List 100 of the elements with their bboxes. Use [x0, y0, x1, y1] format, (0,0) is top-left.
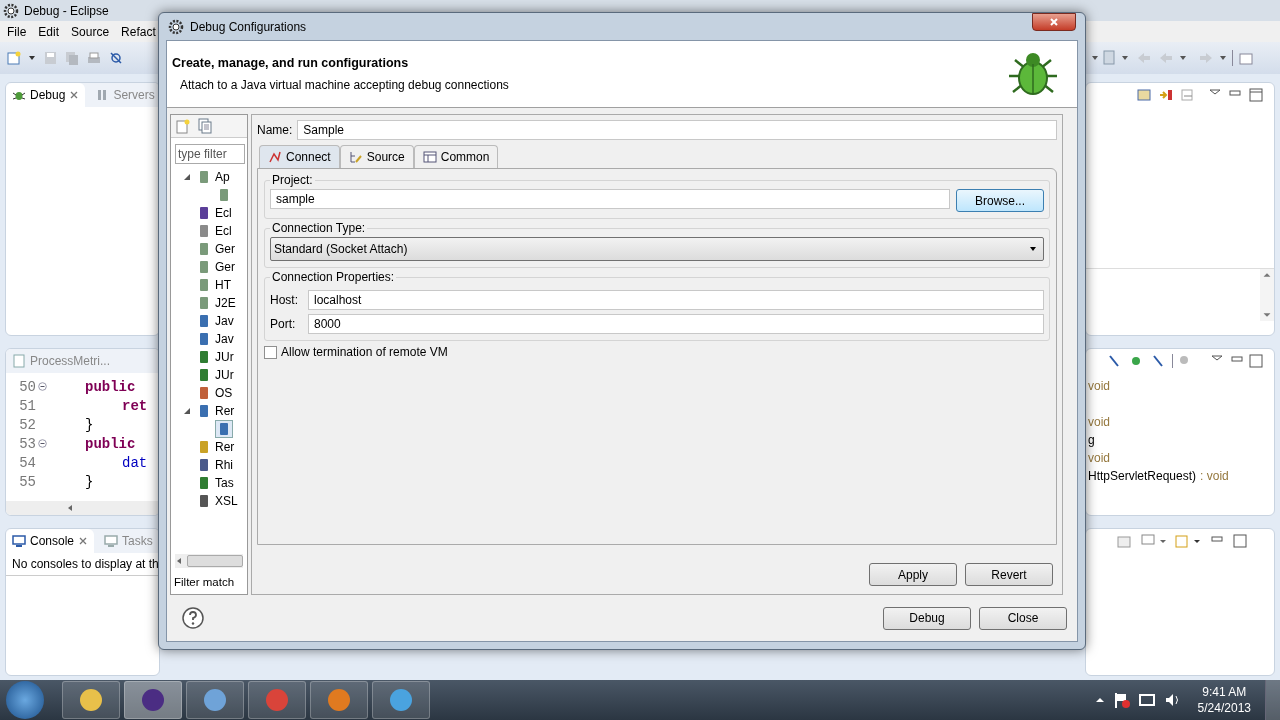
- dropdown-caret-icon[interactable]: [28, 54, 36, 62]
- dialog-button[interactable]: Apply: [869, 563, 957, 586]
- tree-item[interactable]: Rer: [215, 440, 235, 454]
- duplicate-icon[interactable]: [197, 118, 213, 134]
- tree-item[interactable]: Ap: [215, 170, 230, 184]
- project-field[interactable]: sample: [270, 189, 950, 209]
- vertical-scrollbar-icon[interactable]: [1260, 269, 1274, 321]
- configuration-type-icon: [197, 368, 211, 382]
- clock-time[interactable]: 9:41 AM: [1202, 685, 1247, 699]
- configuration-type-icon: [197, 476, 211, 490]
- connection-type-dropdown[interactable]: Standard (Socket Attach): [270, 237, 1044, 261]
- code-text: ret: [121, 397, 148, 414]
- editor-tab-label: ProcessMetri...: [30, 354, 110, 368]
- expanded-arrow-icon[interactable]: [183, 407, 191, 415]
- menu-item[interactable]: Source: [71, 24, 110, 39]
- tree-item[interactable]: Rhi: [215, 458, 233, 472]
- scroll-left-icon[interactable]: [66, 504, 74, 512]
- outline-text: HttpServletRequest): [1088, 469, 1197, 483]
- tree-item[interactable]: Ger: [215, 260, 235, 274]
- print-icon[interactable]: [86, 50, 102, 66]
- dialog-button[interactable]: Debug: [883, 606, 971, 630]
- configuration-type-icon: [197, 224, 211, 238]
- tree-item[interactable]: XSL: [215, 494, 238, 508]
- app-icon: [326, 687, 352, 713]
- tree-item[interactable]: JUr: [215, 368, 234, 382]
- close-icon[interactable]: [69, 90, 80, 100]
- connection-type-label: Connection Type:: [271, 221, 367, 235]
- view-tab[interactable]: Console: [6, 529, 95, 553]
- property-field[interactable]: localhost: [308, 290, 1044, 310]
- outline-text: g: [1088, 433, 1095, 447]
- line-number: 50: [18, 378, 36, 395]
- tree-item[interactable]: JUr: [215, 350, 234, 364]
- tree-item[interactable]: Ecl: [215, 206, 232, 220]
- tree-item[interactable]: Ecl: [215, 224, 232, 238]
- tree-item[interactable]: Rer: [215, 404, 235, 418]
- checklist-icon: [104, 534, 119, 548]
- tree-item[interactable]: Jav: [215, 314, 234, 328]
- taskbar-app-button[interactable]: [62, 681, 120, 719]
- view-tab[interactable]: Debug: [6, 83, 86, 107]
- close-button[interactable]: [1032, 13, 1076, 31]
- fold-icon[interactable]: [37, 439, 47, 448]
- tab[interactable]: Common: [413, 145, 499, 168]
- window-title: Debug - Eclipse: [24, 3, 109, 18]
- return-type-text: void: [1088, 415, 1110, 429]
- configuration-type-icon: [197, 314, 211, 328]
- eclipse-gear-icon: [3, 2, 19, 19]
- view-tab-label: Console: [30, 534, 75, 548]
- configuration-type-icon: [197, 440, 211, 454]
- configuration-type-icon: [197, 296, 211, 310]
- clock-date[interactable]: 5/24/2013: [1197, 701, 1251, 715]
- tab[interactable]: Source: [339, 145, 414, 168]
- tree-item[interactable]: Ger: [215, 242, 235, 256]
- configuration-type-icon: [197, 278, 211, 292]
- monitor-icon: [12, 534, 26, 548]
- browse-button[interactable]: Browse...: [956, 189, 1044, 212]
- new-file-icon[interactable]: [6, 50, 22, 66]
- tree-item[interactable]: Jav: [215, 332, 234, 346]
- configuration-type-icon: [197, 206, 211, 220]
- menu-item[interactable]: Edit: [38, 24, 60, 39]
- configuration-type-icon: [197, 332, 211, 346]
- name-label: Name:: [257, 123, 293, 137]
- app-icon: [264, 687, 290, 713]
- taskbar-app-button[interactable]: [310, 681, 368, 719]
- tree-item[interactable]: OS: [215, 386, 233, 400]
- fold-icon[interactable]: [37, 382, 47, 391]
- app-icon: [388, 687, 414, 713]
- menu-item[interactable]: Refact: [121, 24, 156, 39]
- view-tab-label: Servers: [113, 88, 155, 102]
- taskbar-app-button[interactable]: [372, 681, 430, 719]
- horizontal-scrollbar[interactable]: [175, 554, 243, 568]
- tree-item[interactable]: HT: [215, 278, 231, 292]
- tree-item[interactable]: J2E: [215, 296, 236, 310]
- table-icon: [422, 150, 437, 164]
- code-text: }: [84, 416, 94, 433]
- project-label: Project:: [271, 173, 314, 187]
- close-icon[interactable]: [78, 536, 89, 546]
- taskbar-app-button[interactable]: [248, 681, 306, 719]
- property-field[interactable]: 8000: [308, 314, 1044, 334]
- checkbox-label[interactable]: Allow termination of remote VM: [281, 345, 448, 359]
- taskbar-app-button[interactable]: [186, 681, 244, 719]
- tab[interactable]: Connect: [259, 145, 340, 168]
- configuration-type-icon: [197, 386, 211, 400]
- filter-field[interactable]: type filter: [175, 144, 245, 164]
- checkbox[interactable]: [264, 345, 277, 359]
- configuration-type-icon: [197, 350, 211, 364]
- tree-item[interactable]: Tas: [215, 476, 234, 490]
- dialog-button[interactable]: Revert: [965, 563, 1053, 586]
- taskbar-app-button[interactable]: [124, 681, 182, 719]
- start-button[interactable]: [6, 681, 44, 719]
- skip-breakpoints-icon[interactable]: [108, 50, 124, 66]
- help-icon[interactable]: [181, 606, 205, 630]
- name-field[interactable]: Sample: [297, 120, 1057, 140]
- menu-item[interactable]: File: [7, 24, 27, 39]
- app-icon: [140, 687, 166, 713]
- source-tree-icon: [348, 150, 363, 164]
- configuration-item[interactable]: [215, 420, 233, 438]
- expanded-arrow-icon[interactable]: [183, 173, 191, 181]
- dialog-button[interactable]: Close: [979, 606, 1067, 630]
- scroll-left-icon[interactable]: [175, 557, 183, 565]
- view-toolbar-icons-drawing[interactable]: [1136, 88, 1266, 102]
